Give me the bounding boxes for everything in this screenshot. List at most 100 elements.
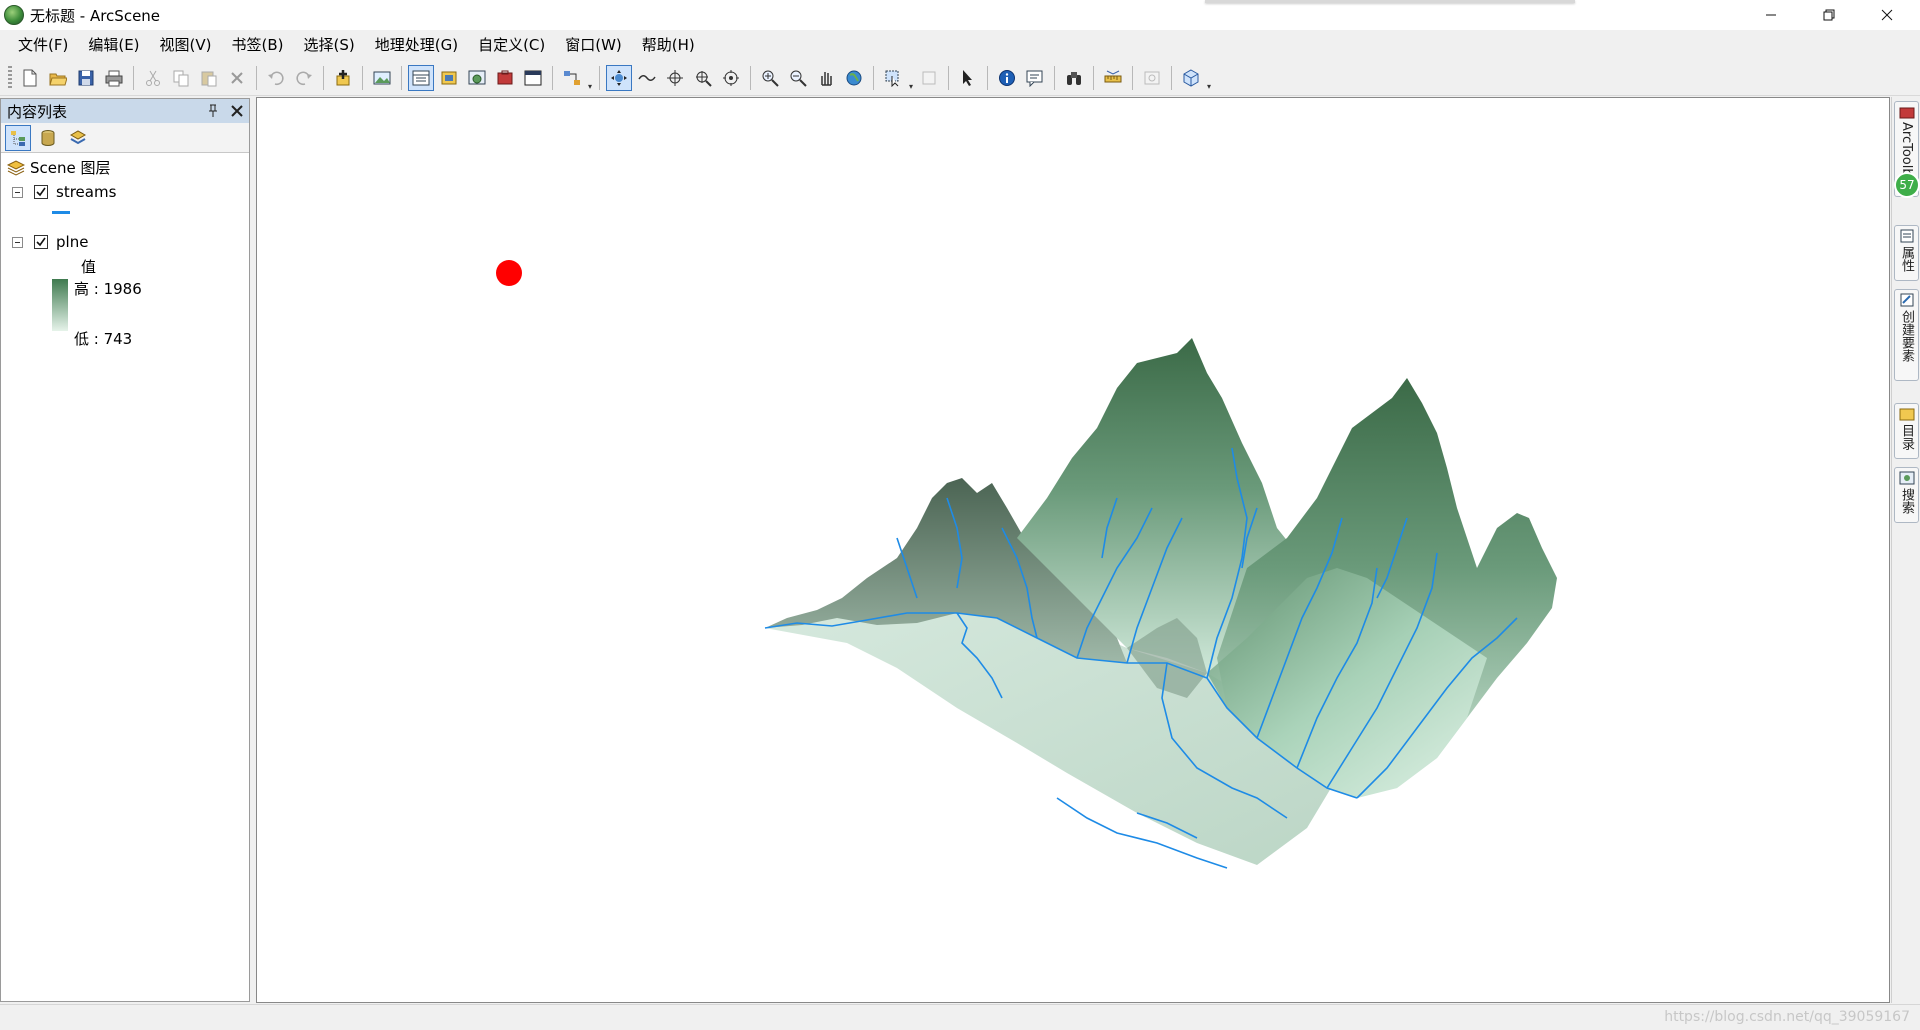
- pan-tool[interactable]: [813, 65, 839, 91]
- model-builder-button[interactable]: [559, 65, 585, 91]
- arrow-cursor-icon: [963, 69, 972, 86]
- menu-selection[interactable]: 选择(S): [294, 30, 365, 60]
- dock-tab-catalog[interactable]: 目录: [1894, 403, 1919, 459]
- dock-tab-catalog-label: 目录: [1899, 424, 1914, 450]
- close-button[interactable]: [1858, 0, 1916, 30]
- menu-edit[interactable]: 编辑(E): [78, 30, 149, 60]
- toolbar-grip[interactable]: [8, 65, 12, 90]
- menu-file[interactable]: 文件(F): [8, 30, 78, 60]
- toolbar-dropdown-arrow[interactable]: ▾: [1205, 65, 1213, 91]
- zoom-target-icon: [696, 70, 712, 87]
- menu-customize[interactable]: 自定义(C): [468, 30, 555, 60]
- target-center-tool[interactable]: [662, 65, 688, 91]
- toolbar-separator: [401, 65, 402, 90]
- layer-row-streams[interactable]: streams: [12, 183, 116, 201]
- add-data-button[interactable]: [330, 65, 356, 91]
- full-extent-button[interactable]: [841, 65, 867, 91]
- measure-tool[interactable]: [1100, 65, 1126, 91]
- list-by-visibility-tab[interactable]: [65, 125, 91, 151]
- identify-tool[interactable]: [994, 65, 1020, 91]
- red-marker-dot[interactable]: [496, 260, 522, 286]
- fly-icon: [638, 74, 656, 81]
- toolbar-separator: [1093, 65, 1094, 90]
- redo-button[interactable]: [291, 65, 317, 91]
- dock-tab-properties[interactable]: 属性: [1894, 225, 1919, 281]
- zoom-out-icon: [790, 70, 807, 87]
- fly-tool[interactable]: [634, 65, 660, 91]
- delete-button[interactable]: [224, 65, 250, 91]
- open-button[interactable]: [45, 65, 71, 91]
- toolbar-dropdown-arrow[interactable]: ▾: [586, 65, 594, 91]
- animation-button[interactable]: [1139, 65, 1165, 91]
- animation-icon: [1144, 71, 1160, 84]
- notification-count: 57: [1899, 178, 1915, 192]
- background-window-edge: [1205, 0, 1575, 3]
- menu-windows[interactable]: 窗口(W): [555, 30, 632, 60]
- copy-button[interactable]: [168, 65, 194, 91]
- minimize-button[interactable]: [1742, 0, 1800, 30]
- menu-view[interactable]: 视图(V): [150, 30, 222, 60]
- html-popup-icon: [1026, 70, 1043, 87]
- clear-selection-button[interactable]: [916, 65, 942, 91]
- dock-tab-properties-label: 属性: [1899, 246, 1914, 272]
- properties-icon: [1900, 229, 1913, 243]
- color-ramp-legend[interactable]: [52, 279, 68, 331]
- print-button[interactable]: [101, 65, 127, 91]
- toolbar-separator: [133, 65, 134, 90]
- cut-button[interactable]: [140, 65, 166, 91]
- dock-tab-search[interactable]: 搜索: [1894, 467, 1919, 523]
- menu-bookmarks[interactable]: 书签(B): [222, 30, 294, 60]
- restore-button[interactable]: [1800, 0, 1858, 30]
- arctoolbox-window-button[interactable]: [492, 65, 518, 91]
- print-icon: [105, 70, 123, 86]
- streams-symbol[interactable]: [52, 211, 70, 214]
- zoom-out-tool[interactable]: [785, 65, 811, 91]
- menu-bar: 文件(F) 编辑(E) 视图(V) 书签(B) 选择(S) 地理处理(G) 自定…: [0, 30, 1920, 60]
- pin-icon[interactable]: [207, 104, 219, 118]
- select-features-tool[interactable]: [880, 65, 906, 91]
- toc-window-button[interactable]: [408, 64, 434, 91]
- catalog-window-button[interactable]: [436, 65, 462, 91]
- undo-button[interactable]: [263, 65, 289, 91]
- cut-icon: [146, 70, 160, 86]
- collapse-plne-toggle[interactable]: [12, 236, 23, 248]
- menu-help[interactable]: 帮助(H): [632, 30, 705, 60]
- layer-row-plne[interactable]: plne: [12, 233, 88, 251]
- toolbar-separator: [552, 65, 553, 90]
- line-symbol-swatch: [52, 211, 70, 214]
- navigate-tool[interactable]: [606, 64, 632, 91]
- scene-layers-root[interactable]: Scene 图层: [7, 157, 111, 178]
- search-icon: [1899, 471, 1914, 485]
- toolbar-dropdown-arrow[interactable]: ▾: [907, 65, 915, 91]
- scene-view[interactable]: [256, 97, 1890, 1003]
- menu-geoprocessing[interactable]: 地理处理(G): [365, 30, 468, 60]
- legend-high-row: 高 : 1986: [74, 278, 142, 299]
- dock-tab-create-features[interactable]: 创建要素: [1894, 289, 1919, 381]
- notification-badge[interactable]: 57: [1894, 172, 1920, 198]
- close-icon[interactable]: [231, 105, 243, 117]
- set-observer-tool[interactable]: [718, 65, 744, 91]
- status-bar: https://blog.csdn.net/qq_39059167: [0, 1004, 1920, 1030]
- select-elements-tool[interactable]: [955, 65, 981, 91]
- list-by-source-tab[interactable]: [35, 125, 61, 151]
- save-button[interactable]: [73, 65, 99, 91]
- scene-properties-button[interactable]: [369, 65, 395, 91]
- plne-visibility-checkbox[interactable]: [34, 235, 48, 249]
- html-popup-tool[interactable]: [1022, 65, 1048, 91]
- 3d-analyst-button[interactable]: [1178, 65, 1204, 91]
- checkmark-icon: [36, 237, 46, 247]
- collapse-streams-toggle[interactable]: [12, 186, 23, 198]
- search-window-button[interactable]: [464, 65, 490, 91]
- create-features-icon: [1900, 293, 1913, 307]
- zoom-in-tool[interactable]: [757, 65, 783, 91]
- list-by-drawing-order-tab[interactable]: [5, 124, 31, 151]
- streams-visibility-checkbox[interactable]: [34, 185, 48, 199]
- zoom-to-target-tool[interactable]: [690, 65, 716, 91]
- pan-hand-icon: [821, 71, 832, 86]
- new-button[interactable]: [17, 65, 43, 91]
- find-button[interactable]: [1061, 65, 1087, 91]
- toc-tree: Scene 图层 streams plne 值 高: 1986 低: 743: [1, 153, 249, 348]
- python-window-button[interactable]: [520, 65, 546, 91]
- 3d-terrain-render[interactable]: [257, 98, 1890, 1003]
- paste-button[interactable]: [196, 65, 222, 91]
